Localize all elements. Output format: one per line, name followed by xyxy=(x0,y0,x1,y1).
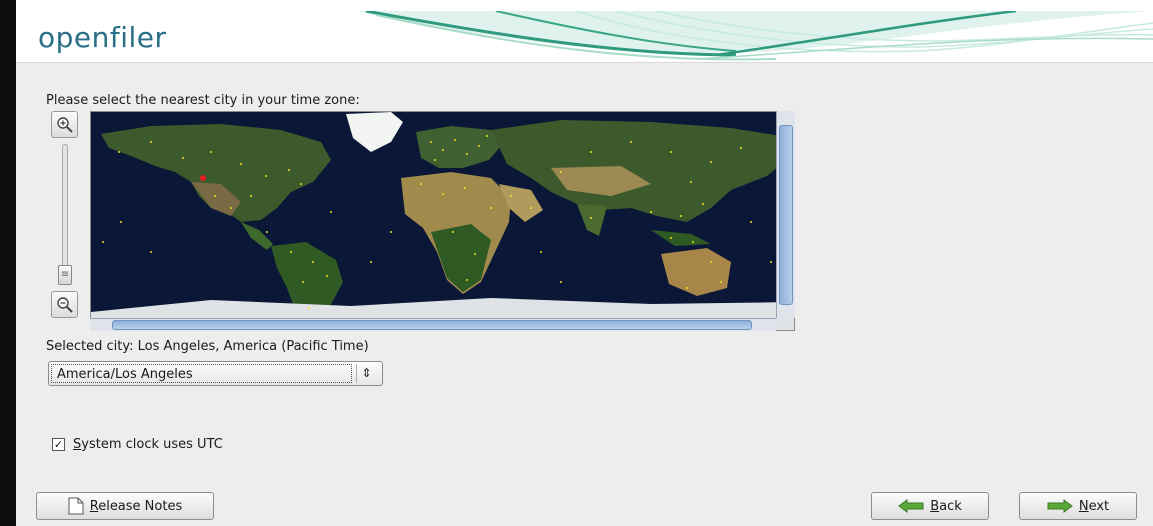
left-border xyxy=(0,0,16,526)
installer-window: openfiler Please select the nearest city… xyxy=(16,11,1153,526)
utc-checkbox[interactable]: ✓ xyxy=(52,438,65,451)
back-button[interactable]: Back xyxy=(871,492,989,520)
zoom-slider-handle[interactable]: ≡ xyxy=(58,265,72,285)
next-label-rest: ext xyxy=(1088,498,1110,514)
zoom-out-button[interactable] xyxy=(51,291,78,318)
map-vertical-scrollbar[interactable] xyxy=(776,111,795,318)
utc-label-rest: ystem clock uses UTC xyxy=(81,437,223,452)
banner-swoosh xyxy=(356,11,1153,61)
map-vertical-scrollbar-thumb[interactable] xyxy=(779,125,793,305)
world-map-image xyxy=(91,112,794,330)
timezone-select-value: America/Los Angeles xyxy=(57,367,193,382)
timezone-prompt: Please select the nearest city in your t… xyxy=(46,93,360,108)
installer-screen: openfiler Please select the nearest city… xyxy=(0,0,1153,526)
release-notes-label-rest: elease Notes xyxy=(98,498,183,514)
release-notes-button[interactable]: Release Notes xyxy=(36,492,214,520)
back-label-rest: ack xyxy=(939,498,962,514)
back-arrow-icon xyxy=(898,499,924,513)
release-notes-label: Release Notes xyxy=(90,499,182,514)
zoom-in-icon xyxy=(56,116,73,133)
select-arrows-icon: ⇕ xyxy=(356,364,376,383)
selected-city-label: Selected city: Los Angeles, America (Pac… xyxy=(46,339,369,354)
world-timezone-map[interactable] xyxy=(90,111,795,331)
zoom-in-button[interactable] xyxy=(51,111,78,138)
map-horizontal-scrollbar[interactable] xyxy=(90,318,776,331)
banner: openfiler xyxy=(16,11,1153,63)
openfiler-logo: openfiler xyxy=(38,21,167,54)
document-icon xyxy=(68,497,84,515)
back-label: Back xyxy=(930,499,962,514)
next-mnemonic: N xyxy=(1078,498,1089,514)
zoom-slider-track[interactable] xyxy=(62,144,68,284)
next-label: Next xyxy=(1079,499,1109,514)
back-mnemonic: B xyxy=(930,498,940,514)
utc-option[interactable]: ✓ System clock uses UTC xyxy=(52,437,223,452)
release-notes-mnemonic: R xyxy=(89,498,99,514)
map-horizontal-scrollbar-thumb[interactable] xyxy=(112,320,752,330)
utc-label: System clock uses UTC xyxy=(73,437,223,452)
zoom-out-icon xyxy=(56,296,73,313)
next-arrow-icon xyxy=(1047,499,1073,513)
next-button[interactable]: Next xyxy=(1019,492,1137,520)
timezone-select[interactable]: America/Los Angeles ⇕ xyxy=(48,361,383,386)
